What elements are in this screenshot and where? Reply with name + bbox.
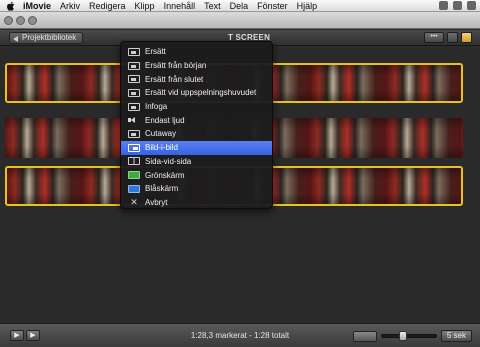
menu-hjalp[interactable]: Hjälp: [297, 0, 318, 12]
menu-item-ersatt-vid-uppspelningshuvudet[interactable]: Ersätt vid uppspelningshuvudet: [121, 86, 272, 100]
side-by-side-icon: [128, 157, 140, 166]
menu-item-sida-vid-sida[interactable]: Sida-vid-sida: [121, 155, 272, 169]
menu-item-infoga[interactable]: Infoga: [121, 100, 272, 114]
menu-item-label: Cutaway: [145, 129, 177, 139]
menu-innehall[interactable]: Innehåll: [164, 0, 196, 12]
menu-item-label: Blåskärm: [145, 184, 179, 194]
replace-icon: [128, 47, 140, 56]
menu-item-ersatt[interactable]: Ersätt: [121, 45, 272, 59]
status-icon-2[interactable]: [453, 1, 462, 10]
status-icon-1[interactable]: [439, 1, 448, 10]
menu-item-blaskarm[interactable]: Blåskärm: [121, 182, 272, 196]
menu-item-cutaway[interactable]: Cutaway: [121, 127, 272, 141]
zoom-slider-knob[interactable]: [398, 331, 407, 341]
menu-item-label: Avbryt: [145, 197, 168, 207]
menu-item-avbryt[interactable]: ✕ Avbryt: [121, 196, 272, 210]
speaker-icon: [128, 116, 140, 124]
menu-item-endast-ljud[interactable]: Endast ljud: [121, 113, 272, 127]
imovie-window: Projektbibliotek T SCREEN ••• Ersätt Ers…: [0, 13, 480, 347]
insert-icon: [128, 102, 140, 111]
menu-item-label: Grönskärm: [145, 170, 185, 180]
replace-from-end-icon: [128, 75, 140, 84]
menu-item-label: Ersätt från slutet: [145, 74, 204, 84]
menu-app-imovie[interactable]: iMovie: [23, 0, 51, 12]
menu-fonster[interactable]: Fönster: [257, 0, 288, 12]
drop-context-menu: Ersätt Ersätt från början Ersätt från sl…: [120, 41, 273, 209]
cancel-x-icon: ✕: [130, 197, 138, 208]
zoom-controls: 5 sek: [352, 330, 472, 342]
menu-item-label: Ersätt från början: [145, 61, 207, 71]
menu-item-ersatt-fran-borjan[interactable]: Ersätt från början: [121, 59, 272, 73]
blue-screen-icon: [128, 184, 140, 193]
view-toggle-button[interactable]: [447, 32, 458, 43]
replace-at-playhead-icon: [128, 88, 140, 97]
zoom-window-button[interactable]: [28, 16, 37, 25]
cutaway-icon: [128, 129, 140, 138]
menu-text[interactable]: Text: [204, 0, 221, 12]
duration-button[interactable]: 5 sek: [440, 330, 472, 342]
menu-klipp[interactable]: Klipp: [135, 0, 155, 12]
green-screen-icon: [128, 171, 140, 180]
status-menu-icons: [439, 1, 476, 10]
minimize-window-button[interactable]: [16, 16, 25, 25]
menu-item-label: Ersätt: [145, 47, 166, 57]
more-options-button[interactable]: •••: [424, 32, 444, 43]
status-icon-3[interactable]: [467, 1, 476, 10]
menu-item-label: Bild-i-bild: [145, 143, 178, 153]
menu-dela[interactable]: Dela: [230, 0, 249, 12]
menu-item-label: Infoga: [145, 102, 168, 112]
bottom-toolbar: ▶ ▶ 1:28,3 markerat - 1:28 totalt 5 sek: [0, 323, 480, 347]
star-icon[interactable]: [461, 32, 472, 43]
menu-arkiv[interactable]: Arkiv: [60, 0, 80, 12]
close-window-button[interactable]: [4, 16, 13, 25]
toolbar-right-buttons: •••: [424, 32, 472, 43]
menu-bar: iMovie Arkiv Redigera Klipp Innehåll Tex…: [0, 0, 480, 12]
replace-from-start-icon: [128, 61, 140, 70]
menu-item-label: Endast ljud: [145, 115, 185, 125]
menu-item-ersatt-fran-slutet[interactable]: Ersätt från slutet: [121, 72, 272, 86]
window-titlebar: [0, 13, 480, 29]
zoom-slider[interactable]: [380, 331, 437, 341]
menu-item-label: Sida-vid-sida: [145, 156, 192, 166]
apple-logo-icon[interactable]: [6, 1, 16, 11]
menu-item-gronskarm[interactable]: Grönskärm: [121, 168, 272, 182]
thumbnail-toggle-button[interactable]: [352, 330, 377, 342]
menu-redigera[interactable]: Redigera: [89, 0, 126, 12]
picture-in-picture-icon: [128, 143, 140, 152]
menu-item-label: Ersätt vid uppspelningshuvudet: [145, 88, 257, 98]
project-library-button[interactable]: Projektbibliotek: [9, 32, 84, 44]
window-controls: [4, 16, 37, 25]
menu-item-bild-i-bild[interactable]: Bild-i-bild: [121, 140, 272, 155]
